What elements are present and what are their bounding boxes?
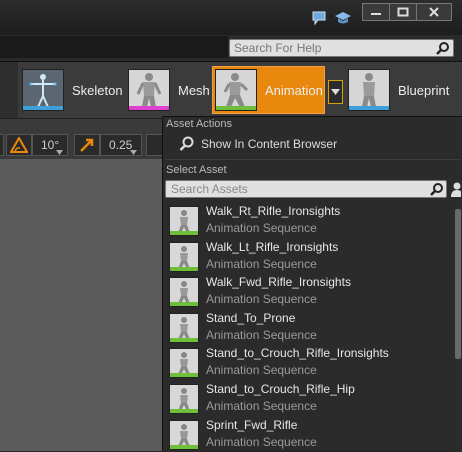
blueprint-icon bbox=[362, 73, 376, 107]
mesh-thumbnail bbox=[128, 69, 170, 111]
skeleton-thumbnail bbox=[22, 69, 64, 111]
tab-strip-area bbox=[0, 36, 228, 58]
scrollbar-thumb[interactable] bbox=[455, 209, 461, 359]
asset-search-input[interactable] bbox=[171, 182, 421, 196]
animation-accent-bar bbox=[216, 106, 256, 110]
angle-snap-toggle[interactable] bbox=[6, 134, 32, 156]
mode-blueprint-button[interactable]: Blueprint bbox=[348, 66, 449, 114]
animation-asset-thumbnail bbox=[169, 277, 199, 308]
window-controls bbox=[362, 3, 452, 21]
help-search-box[interactable] bbox=[229, 39, 454, 57]
maximize-button[interactable] bbox=[390, 3, 417, 21]
asset-list-item[interactable]: Walk_Rt_Rifle_Ironsights Animation Sequen… bbox=[163, 201, 453, 236]
viewport-left-button[interactable] bbox=[0, 134, 4, 156]
scale-snap-dropdown[interactable]: 0.25 bbox=[100, 134, 142, 156]
mode-animation-button[interactable]: Animation bbox=[212, 66, 325, 114]
minimize-button[interactable] bbox=[362, 3, 390, 21]
asset-name: Sprint_Fwd_Rifle bbox=[206, 417, 298, 432]
rotation-snap-dropdown[interactable]: 10° bbox=[32, 134, 68, 156]
animation-asset-thumbnail bbox=[169, 384, 199, 414]
mode-mesh-label: Mesh bbox=[178, 82, 210, 98]
animation-icon bbox=[223, 73, 249, 107]
mesh-icon bbox=[136, 73, 162, 107]
animation-type-bar bbox=[170, 444, 198, 449]
animation-type-bar bbox=[170, 302, 198, 307]
animation-type-bar bbox=[170, 266, 198, 271]
animation-asset-thumbnail bbox=[169, 241, 199, 272]
animation-asset-thumbnail bbox=[169, 206, 199, 236]
show-in-content-browser-item[interactable]: Show In Content Browser bbox=[179, 134, 337, 154]
animation-asset-thumbnail bbox=[169, 348, 199, 379]
asset-name: Walk_Fwd_Rifle_Ironsights bbox=[206, 275, 351, 290]
asset-list-scrollbar[interactable] bbox=[454, 201, 462, 452]
angle-snap-icon bbox=[10, 137, 28, 153]
close-icon bbox=[429, 7, 439, 17]
asset-name: Stand_To_Prone bbox=[206, 310, 296, 325]
blueprint-thumbnail bbox=[348, 69, 390, 111]
asset-type: Animation Sequence bbox=[206, 399, 317, 413]
show-in-content-browser-label: Show In Content Browser bbox=[201, 137, 338, 151]
animation-type-bar bbox=[170, 373, 198, 378]
blueprint-accent-bar bbox=[349, 106, 389, 110]
search-icon[interactable] bbox=[436, 41, 450, 55]
asset-type: Animation Sequence bbox=[206, 221, 317, 235]
mode-blueprint-label: Blueprint bbox=[398, 82, 450, 98]
asset-list-item[interactable]: Walk_Fwd_Rifle_Ironsights Animation Seque… bbox=[163, 272, 453, 308]
animation-dropdown-button[interactable] bbox=[328, 80, 343, 104]
asset-type: Animation Sequence bbox=[206, 434, 317, 449]
maximize-icon bbox=[397, 7, 409, 17]
asset-name: Walk_Lt_Rifle_Ironsights bbox=[206, 239, 339, 254]
scale-snap-icon bbox=[80, 138, 94, 152]
menu-divider bbox=[165, 159, 461, 160]
search-icon[interactable] bbox=[430, 182, 444, 196]
mode-animation-label: Animation bbox=[265, 82, 323, 98]
asset-actions-header: Asset Actions bbox=[166, 118, 233, 130]
asset-name: Stand_to_Crouch_Rifle_Hip bbox=[206, 382, 355, 396]
asset-list-item[interactable]: Stand_To_Prone Animation Sequence bbox=[163, 308, 453, 343]
animation-asset-thumbnail bbox=[169, 419, 199, 450]
mode-mesh-button[interactable]: Mesh bbox=[128, 66, 210, 114]
close-button[interactable] bbox=[417, 3, 452, 21]
asset-type: Animation Sequence bbox=[206, 327, 317, 342]
asset-list-item[interactable]: Stand_to_Crouch_Rifle_Ironsights Animatio… bbox=[163, 343, 453, 379]
graduation-cap-icon[interactable] bbox=[334, 10, 352, 26]
asset-type: Animation Sequence bbox=[206, 256, 317, 271]
animation-type-bar bbox=[170, 337, 198, 342]
mode-skeleton-button[interactable]: Skeleton bbox=[22, 66, 123, 114]
asset-search-box[interactable] bbox=[165, 180, 447, 198]
help-search-input[interactable] bbox=[234, 41, 429, 55]
asset-list-item[interactable]: Sprint_Fwd_Rifle Animation Sequence bbox=[163, 415, 453, 450]
animation-asset-thumbnail bbox=[169, 312, 199, 343]
asset-list: Walk_Rt_Rifle_Ironsights Animation Sequen… bbox=[163, 201, 453, 452]
asset-list-item[interactable]: Walk_Lt_Rifle_Ironsights Animation Sequen… bbox=[163, 237, 453, 272]
asset-type: Animation Sequence bbox=[206, 363, 317, 378]
select-asset-header: Select Asset bbox=[166, 164, 227, 176]
mode-toolbar-edge bbox=[0, 62, 18, 118]
mode-toolbar: Skeleton Mesh Animation Blueprint bbox=[0, 62, 462, 119]
user-filter-icon[interactable] bbox=[451, 181, 461, 197]
search-icon bbox=[179, 136, 194, 151]
asset-type: Animation Sequence bbox=[206, 292, 317, 307]
asset-name: Walk_Rt_Rifle_Ironsights bbox=[206, 204, 341, 218]
skeleton-accent-bar bbox=[23, 106, 63, 110]
scale-snap-value: 0.25 bbox=[109, 138, 133, 152]
title-bar bbox=[0, 0, 462, 35]
animation-type-bar bbox=[170, 231, 198, 235]
scale-snap-toggle[interactable] bbox=[74, 134, 100, 156]
chevron-down-icon bbox=[56, 150, 63, 155]
mesh-accent-bar bbox=[129, 106, 169, 110]
asset-dropdown-menu: Asset Actions Show In Content Browser Se… bbox=[162, 116, 462, 452]
speech-bubble-icon[interactable] bbox=[311, 10, 327, 26]
asset-list-item[interactable]: Stand_to_Crouch_Rifle_Hip Animation Seque… bbox=[163, 379, 453, 414]
minimize-icon bbox=[371, 13, 381, 15]
animation-thumbnail bbox=[215, 69, 257, 111]
asset-name: Stand_to_Crouch_Rifle_Ironsights bbox=[206, 346, 389, 361]
chevron-down-icon bbox=[331, 89, 340, 95]
mode-skeleton-label: Skeleton bbox=[72, 82, 123, 98]
chevron-down-icon bbox=[130, 150, 137, 155]
skeleton-icon bbox=[29, 74, 57, 108]
animation-type-bar bbox=[170, 409, 198, 413]
